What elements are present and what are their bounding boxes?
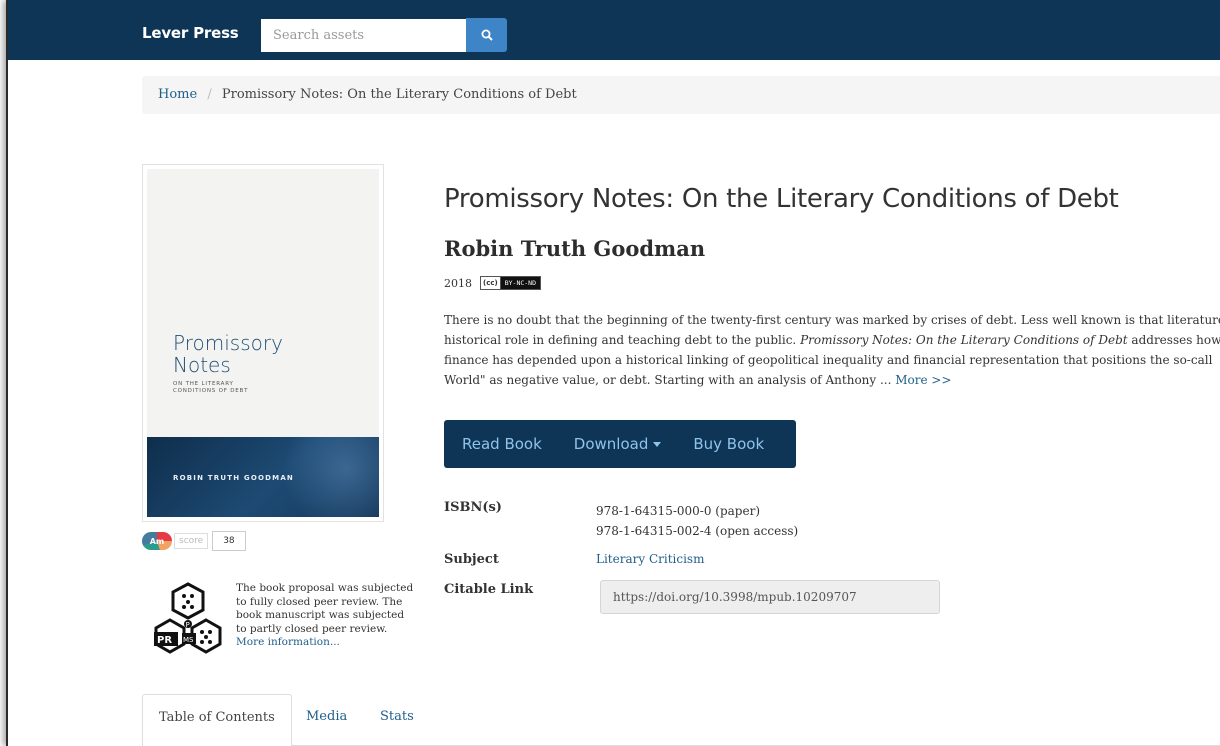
breadcrumb-current: Promissory Notes: On the Literary Condit… (221, 87, 577, 102)
search-button[interactable] (466, 18, 507, 52)
breadcrumb-separator: / (207, 87, 212, 102)
search-input[interactable] (261, 19, 466, 52)
tab-table-of-contents[interactable]: Table of Contents (142, 694, 292, 746)
book-actions-bar: Read Book Download Buy Book (444, 420, 796, 468)
breadcrumb-home-link[interactable]: Home (158, 87, 197, 102)
book-title: Promissory Notes: On the Literary Condit… (444, 184, 1119, 214)
isbn-values: 978-1-64315-000-0 (paper) 978-1-64315-00… (596, 504, 799, 538)
subject-label: Subject (444, 552, 499, 567)
svg-text:P: P (186, 621, 190, 629)
tab-stats[interactable]: Stats (364, 694, 430, 738)
altmetric-score-label: score (174, 533, 209, 549)
year-license-line: 2018 (cc) BY-NC-ND (444, 276, 542, 290)
browser-window: Lever Press Home / Promissory Notes: On … (6, 0, 1220, 746)
peer-review-note: The book proposal was subjected to fully… (236, 582, 414, 648)
altmetric-score: 38 (212, 531, 246, 551)
svg-text:PR: PR (157, 635, 172, 646)
content-tabs: Table of Contents Media Stats (142, 694, 1220, 746)
subject-value: Literary Criticism (596, 552, 704, 566)
book-description: There is no doubt that the beginning of … (444, 313, 1220, 387)
book-author: Robin Truth Goodman (444, 236, 706, 261)
top-navbar: Lever Press (8, 0, 1220, 60)
publication-year: 2018 (444, 276, 472, 290)
subject-link[interactable]: Literary Criticism (596, 552, 704, 566)
citable-link-field[interactable]: https://doi.org/10.3998/mpub.10209707 (600, 580, 940, 614)
caret-down-icon (653, 442, 662, 447)
svg-text:MS: MS (183, 636, 194, 644)
buy-book-button[interactable]: Buy Book (693, 435, 764, 453)
isbn-label: ISBN(s) (444, 500, 502, 515)
download-dropdown[interactable]: Download (574, 435, 662, 453)
breadcrumb: Home / Promissory Notes: On the Literary… (142, 76, 1220, 114)
peer-review-more-link[interactable]: More information... (236, 636, 340, 648)
cc-license-badge[interactable]: (cc) BY-NC-ND (480, 276, 542, 290)
cover-author: ROBIN TRUTH GOODMAN (173, 474, 294, 482)
altmetric-icon: Am (142, 532, 172, 550)
prms-peer-review-icon[interactable]: PR MS P (146, 580, 230, 664)
altmetric-widget[interactable]: Am score 38 (142, 531, 246, 551)
cover-title: Promissory Notes (173, 331, 283, 377)
tab-media[interactable]: Media (290, 694, 363, 738)
citable-link-label: Citable Link (444, 582, 534, 597)
search-icon (481, 26, 493, 45)
cover-image: Promissory Notes ON THE LITERARY CONDITI… (147, 169, 379, 517)
brand-logo[interactable]: Lever Press (142, 24, 239, 42)
description-more-link[interactable]: More >> (895, 373, 951, 387)
read-book-button[interactable]: Read Book (462, 435, 542, 453)
cover-subtitle: ON THE LITERARY CONDITIONS OF DEBT (173, 381, 249, 394)
book-cover: Promissory Notes ON THE LITERARY CONDITI… (142, 164, 384, 522)
